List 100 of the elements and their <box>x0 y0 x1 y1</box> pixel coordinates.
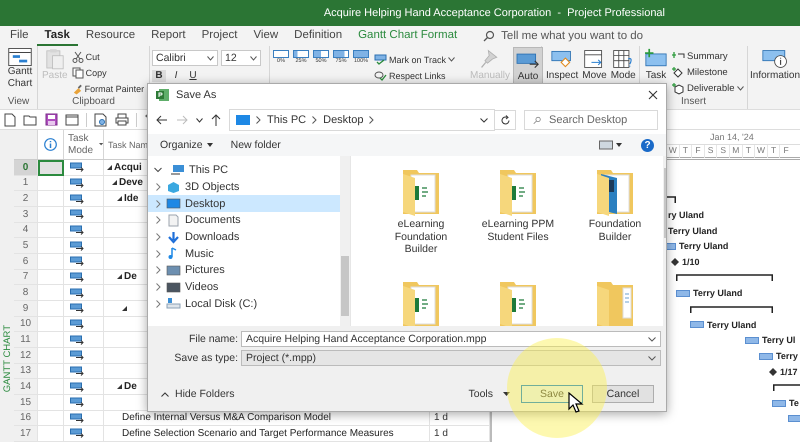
task-bar[interactable] <box>745 336 759 344</box>
organize-button[interactable]: Organize <box>160 139 213 151</box>
format-painter-button[interactable]: Format Painter <box>72 81 144 96</box>
tell-me-input[interactable]: Tell me what you want to do <box>501 30 672 42</box>
nav-item[interactable]: Documents <box>148 212 340 229</box>
tools-button[interactable]: Tools <box>468 388 510 400</box>
caret-icon[interactable] <box>648 336 656 342</box>
folder-name[interactable]: Foundation Builder <box>573 218 657 244</box>
task-bar[interactable] <box>759 352 773 360</box>
file-type-dropdown[interactable]: Project (*.mpp) <box>241 350 661 366</box>
nav-item[interactable]: This PC <box>148 162 340 179</box>
collapse-triangle-icon[interactable] <box>117 196 122 202</box>
chevron-icon[interactable] <box>154 216 162 224</box>
new-folder-button[interactable]: New folder <box>230 139 281 151</box>
cut-button[interactable]: Cut <box>72 49 144 64</box>
ribbon-tab[interactable]: Project <box>194 26 246 46</box>
nav-item[interactable]: Music <box>148 245 340 262</box>
collapse-triangle-icon[interactable] <box>107 164 112 170</box>
collapse-triangle-icon[interactable] <box>112 180 117 186</box>
print-preview-icon[interactable] <box>94 112 108 126</box>
nav-item[interactable]: Desktop <box>148 195 340 212</box>
task-bar[interactable] <box>788 415 800 422</box>
nav-item[interactable]: Downloads <box>148 228 340 246</box>
collapse-triangle-icon[interactable] <box>122 306 127 311</box>
folder-name[interactable]: eLearning PPM Student Files <box>476 218 560 244</box>
search-input[interactable]: Search Desktop <box>549 114 649 126</box>
refresh-button[interactable] <box>494 110 516 130</box>
format-button[interactable]: I <box>169 70 183 82</box>
file-name-field[interactable]: Acquire Helping Hand Acceptance Corporation.mpp <box>241 331 661 347</box>
print-icon[interactable] <box>115 113 129 126</box>
milestone-diamond[interactable] <box>671 258 679 266</box>
chevron-icon[interactable] <box>154 266 162 274</box>
copy-button[interactable]: Copy <box>72 65 144 80</box>
chevron-icon[interactable] <box>154 300 162 308</box>
dialog-button[interactable]: Cancel <box>592 385 654 403</box>
collapse-triangle-icon[interactable] <box>117 274 122 280</box>
chevron-icon[interactable] <box>154 233 162 242</box>
ribbon-tab[interactable]: File <box>2 26 37 46</box>
task-tool-button[interactable]: Inspect <box>544 47 580 82</box>
task-bar[interactable] <box>690 321 704 328</box>
format-button[interactable]: B <box>152 70 166 82</box>
scrollbar[interactable] <box>340 156 350 326</box>
scrollbar-thumb[interactable] <box>341 256 349 316</box>
deliverable-button[interactable]: Deliverable <box>672 81 744 96</box>
window-icon[interactable] <box>65 114 79 126</box>
caret-icon[interactable] <box>196 118 203 122</box>
new-file-icon[interactable] <box>4 112 16 126</box>
task-bar[interactable] <box>772 400 786 407</box>
chevron-icon[interactable] <box>369 116 374 124</box>
gantt-chart-button[interactable]: Gantt Chart <box>2 47 38 96</box>
information-button[interactable]: Information <box>748 47 800 82</box>
task-mode-button[interactable]: Auto <box>513 47 544 84</box>
task-tool-button[interactable]: Mode <box>608 47 638 82</box>
task-bar[interactable] <box>676 290 690 297</box>
search-field[interactable]: Search Desktop <box>524 110 658 130</box>
task-tool-button[interactable]: Move <box>580 47 609 82</box>
nav-item[interactable]: Videos <box>148 278 340 296</box>
address-bar[interactable]: This PC Desktop <box>229 109 495 131</box>
column-header[interactable]: Task Mode <box>64 130 104 159</box>
folder-icon[interactable] <box>23 114 38 126</box>
mark-on-track-button[interactable]: Mark on Track <box>374 52 456 67</box>
chevron-icon[interactable] <box>154 183 162 192</box>
view-options-icon[interactable] <box>599 140 623 150</box>
breadcrumb-item[interactable]: This PC <box>267 114 306 126</box>
close-icon[interactable] <box>648 90 658 100</box>
font-name-dropdown[interactable]: Calibri <box>152 50 218 66</box>
collapse-triangle-icon[interactable] <box>117 384 122 390</box>
hide-folders-button[interactable]: Hide Folders <box>161 388 235 400</box>
summary-bar[interactable] <box>690 306 773 313</box>
summary-button[interactable]: Summary <box>672 49 744 64</box>
summary-bar[interactable] <box>676 274 773 282</box>
ribbon-tab[interactable]: Gantt Chart Format <box>350 26 466 46</box>
tell-me-field[interactable]: Tell me what you want to do <box>483 26 674 46</box>
help-button[interactable]: ? <box>641 138 654 152</box>
auto-scheduled-icon <box>70 366 84 376</box>
back-arrow-icon[interactable] <box>156 115 168 125</box>
resource-label: Te <box>789 398 799 408</box>
summary-bar[interactable] <box>773 384 800 391</box>
up-arrow-icon[interactable] <box>211 114 221 126</box>
nav-item[interactable]: 3D Objects <box>148 178 340 196</box>
ribbon-tab[interactable]: View <box>245 26 286 46</box>
save-icon[interactable] <box>45 113 58 126</box>
respect-links-button[interactable]: Respect Links <box>374 68 456 83</box>
font-size-dropdown[interactable]: 12 <box>221 50 261 66</box>
format-button[interactable]: U <box>186 70 200 82</box>
caret-icon[interactable] <box>480 118 488 122</box>
nav-item[interactable]: Pictures <box>148 262 340 279</box>
chevron-icon[interactable] <box>154 250 162 258</box>
chevron-icon[interactable] <box>154 166 162 174</box>
ribbon-tab[interactable]: Resource <box>78 26 144 46</box>
folder-name[interactable]: eLearning Foundation Builder <box>379 218 463 256</box>
breadcrumb-item[interactable]: Desktop <box>323 114 364 126</box>
ribbon-tab[interactable]: Report <box>143 26 194 46</box>
milestone-diamond[interactable] <box>769 368 777 376</box>
project-app-icon <box>156 88 170 102</box>
chevron-icon[interactable] <box>154 283 162 292</box>
nav-item[interactable]: Local Disk (C:) <box>148 296 340 312</box>
insert-task-button[interactable]: Task <box>642 47 670 96</box>
milestone-button[interactable]: Milestone <box>672 65 744 80</box>
ribbon-tab[interactable]: Definition <box>286 26 350 46</box>
